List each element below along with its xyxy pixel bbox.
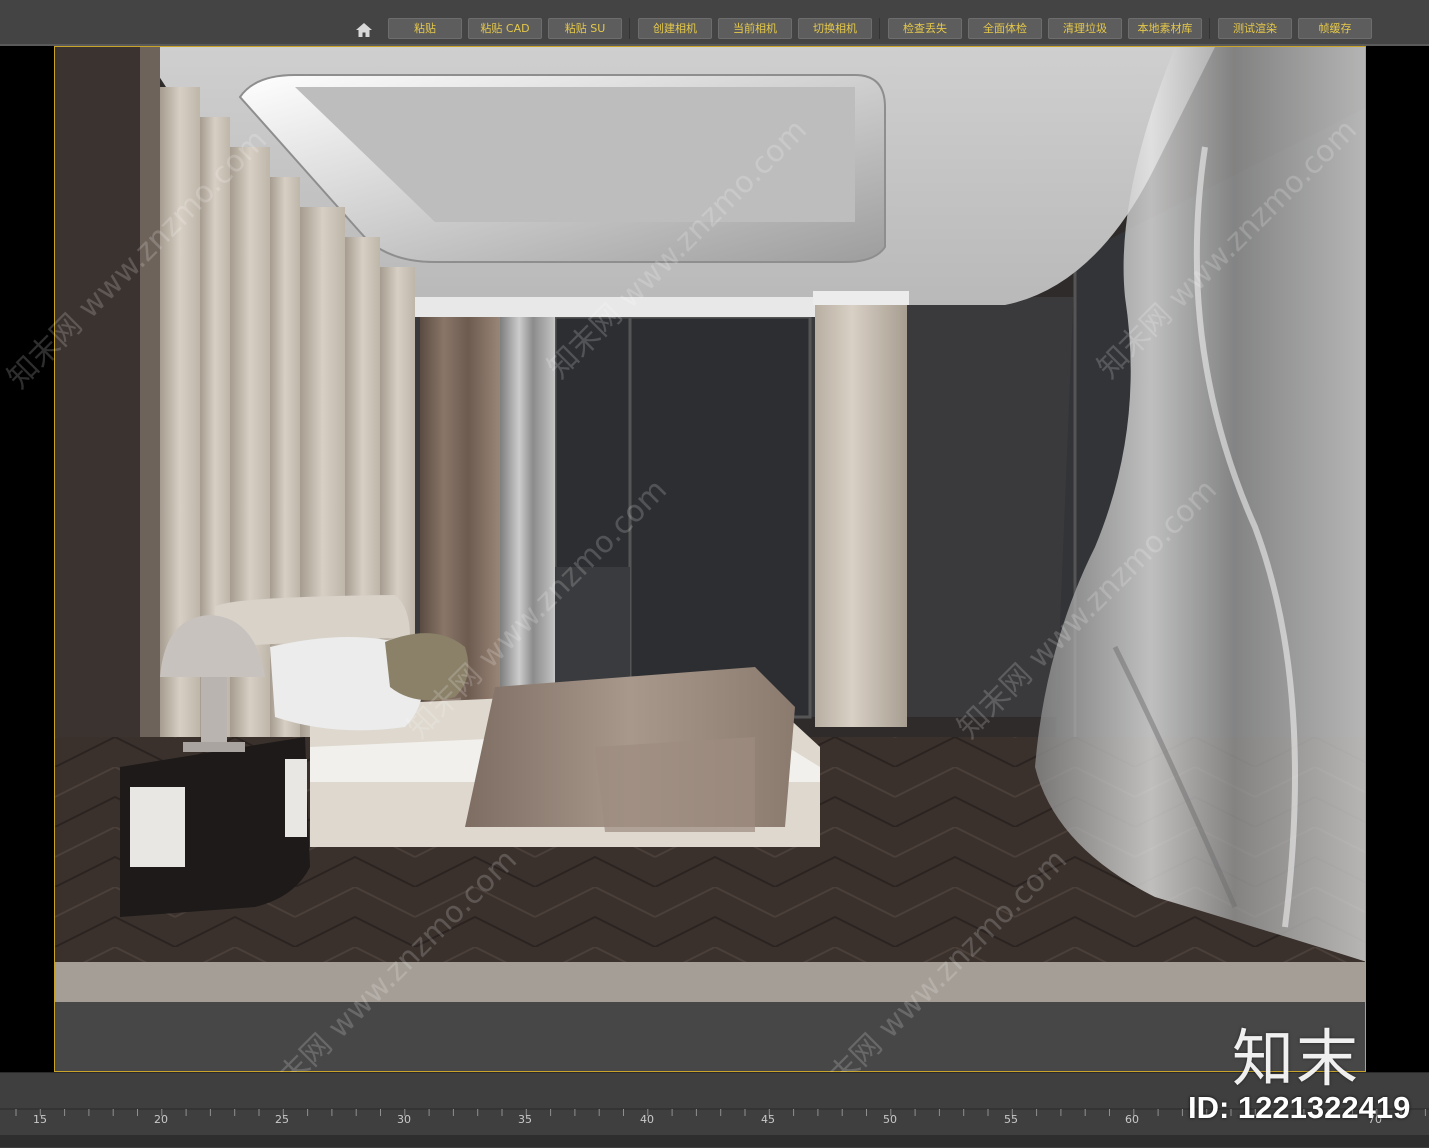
asset-id-label: ID: 1221322419 [1188, 1090, 1411, 1125]
nightstand [120, 737, 310, 917]
paste-cad-button[interactable]: 粘贴 CAD [468, 18, 542, 39]
brand-logo: 知末 [1232, 1022, 1361, 1095]
toolbar-separator [629, 18, 630, 39]
check-missing-button[interactable]: 检查丢失 [888, 18, 962, 39]
timeline-tick: 50 [883, 1113, 897, 1126]
create-camera-button[interactable]: 创建相机 [638, 18, 712, 39]
full-check-button[interactable]: 全面体检 [968, 18, 1042, 39]
test-render-button[interactable]: 测试渲染 [1218, 18, 1292, 39]
home-icon[interactable] [354, 20, 374, 40]
timeline-tick: 45 [761, 1113, 775, 1126]
timeline-tick: 30 [397, 1113, 411, 1126]
sheer-curtain [500, 317, 555, 717]
frame-buffer-button[interactable]: 帧缓存 [1298, 18, 1372, 39]
floor-edge [55, 962, 1365, 1002]
current-camera-button[interactable]: 当前相机 [718, 18, 792, 39]
pillar [815, 297, 907, 727]
toolbar-separator [1209, 18, 1210, 39]
timeline-tick: 55 [1004, 1113, 1018, 1126]
render-viewport[interactable] [54, 46, 1366, 1072]
clean-garbage-button[interactable]: 清理垃圾 [1048, 18, 1122, 39]
timeline-tick: 60 [1125, 1113, 1139, 1126]
switch-camera-button[interactable]: 切换相机 [798, 18, 872, 39]
timeline-tick: 15 [33, 1113, 47, 1126]
status-strip [0, 1135, 1429, 1147]
paste-su-button[interactable]: 粘贴 SU [548, 18, 622, 39]
timeline-tick: 35 [518, 1113, 532, 1126]
timeline-tick: 20 [154, 1113, 168, 1126]
local-library-button[interactable]: 本地素材库 [1128, 18, 1202, 39]
paste-button[interactable]: 粘贴 [388, 18, 462, 39]
toolbar-separator [879, 18, 880, 39]
bedroom-scene [55, 47, 1365, 1071]
timeline-tick: 25 [275, 1113, 289, 1126]
timeline-tick: 40 [640, 1113, 654, 1126]
main-toolbar: 粘贴 粘贴 CAD 粘贴 SU 创建相机 当前相机 切换相机 检查丢失 全面体检… [0, 0, 1429, 46]
